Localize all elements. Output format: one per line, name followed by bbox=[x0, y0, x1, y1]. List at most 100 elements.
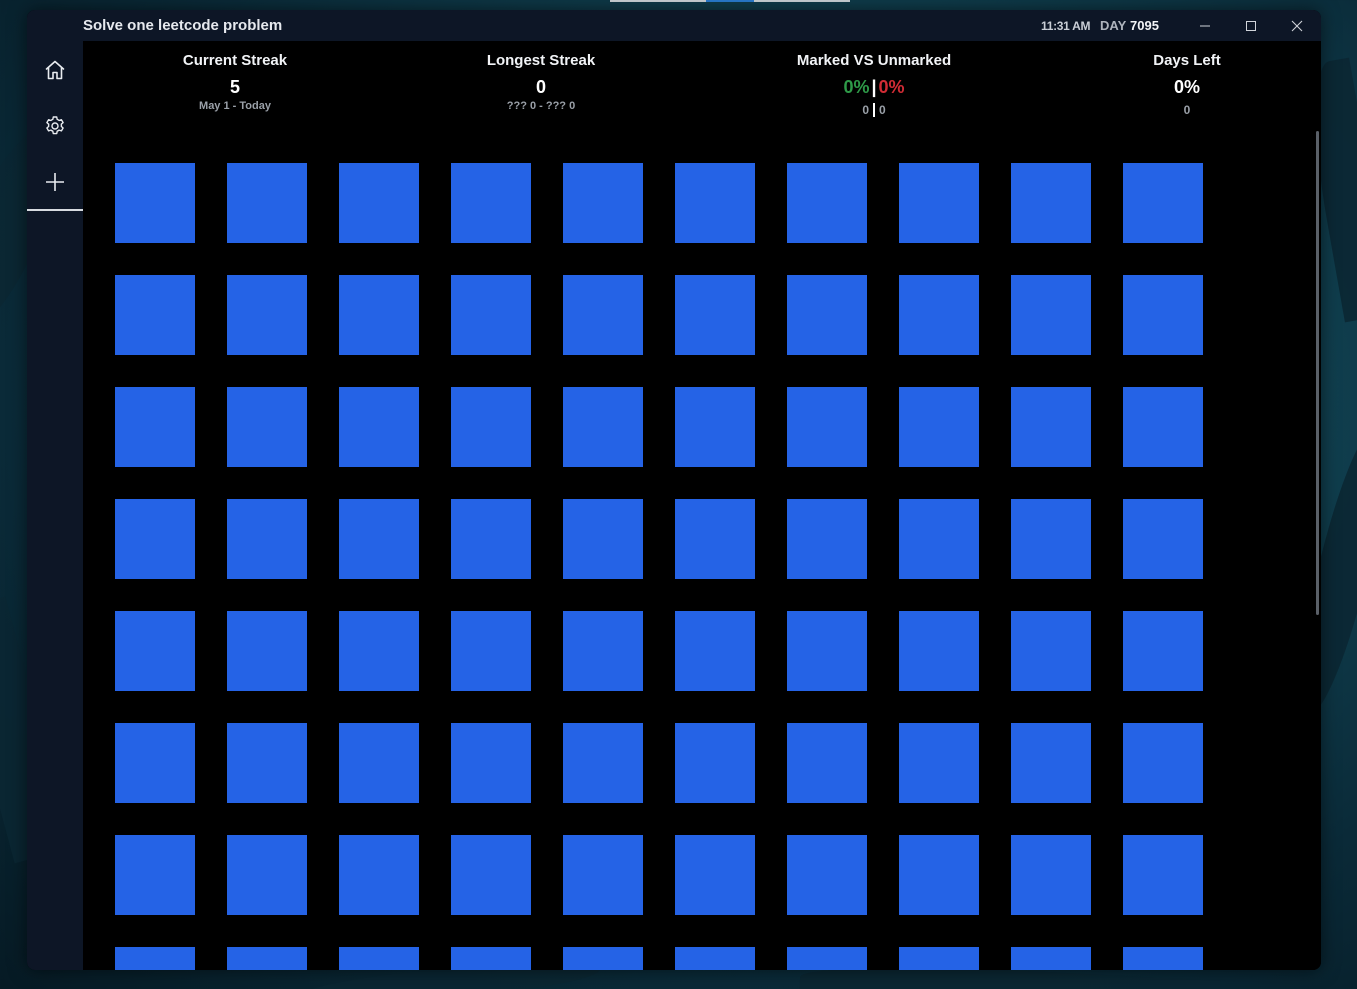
day-cell[interactable] bbox=[339, 947, 419, 970]
day-cell[interactable] bbox=[1123, 499, 1203, 579]
day-cell[interactable] bbox=[227, 611, 307, 691]
day-cell[interactable] bbox=[899, 723, 979, 803]
day-cell[interactable] bbox=[1123, 275, 1203, 355]
day-cell[interactable] bbox=[787, 163, 867, 243]
minimize-button[interactable] bbox=[1182, 10, 1228, 41]
day-cell[interactable] bbox=[1123, 611, 1203, 691]
day-cell[interactable] bbox=[451, 723, 531, 803]
day-cell[interactable] bbox=[675, 163, 755, 243]
plus-icon bbox=[46, 173, 64, 191]
day-cell[interactable] bbox=[451, 499, 531, 579]
day-cell[interactable] bbox=[563, 499, 643, 579]
title-bar[interactable]: Solve one leetcode problem 11:31 AM DAY … bbox=[27, 10, 1321, 41]
day-cell[interactable] bbox=[563, 275, 643, 355]
day-cell[interactable] bbox=[787, 275, 867, 355]
day-cell[interactable] bbox=[1123, 163, 1203, 243]
sidebar-item-settings[interactable] bbox=[27, 101, 83, 149]
day-cell[interactable] bbox=[339, 163, 419, 243]
day-cell[interactable] bbox=[563, 835, 643, 915]
day-cell[interactable] bbox=[227, 499, 307, 579]
stat-value: 0% bbox=[1173, 77, 1200, 97]
day-cell[interactable] bbox=[1011, 499, 1091, 579]
day-cell[interactable] bbox=[787, 611, 867, 691]
stat-value: 5 bbox=[229, 77, 240, 97]
day-cell[interactable] bbox=[451, 275, 531, 355]
day-cell[interactable] bbox=[115, 275, 195, 355]
stat-date-range: ??? 0 - ??? 0 bbox=[506, 100, 576, 112]
day-cell[interactable] bbox=[1011, 163, 1091, 243]
day-cell[interactable] bbox=[339, 499, 419, 579]
day-cell[interactable] bbox=[115, 163, 195, 243]
day-cell[interactable] bbox=[787, 723, 867, 803]
day-cell[interactable] bbox=[1011, 275, 1091, 355]
day-cell[interactable] bbox=[675, 611, 755, 691]
day-cell[interactable] bbox=[563, 163, 643, 243]
day-cell[interactable] bbox=[115, 723, 195, 803]
longest-streak-stat: Longest Streak 0 ??? 0 - ??? 0 bbox=[431, 52, 651, 112]
day-cell[interactable] bbox=[1123, 947, 1203, 970]
sidebar-item-add[interactable] bbox=[27, 157, 83, 205]
day-cell[interactable] bbox=[339, 275, 419, 355]
day-cell[interactable] bbox=[451, 387, 531, 467]
close-button[interactable] bbox=[1274, 10, 1320, 41]
day-cell[interactable] bbox=[227, 387, 307, 467]
day-cell[interactable] bbox=[451, 947, 531, 970]
day-cell[interactable] bbox=[339, 611, 419, 691]
day-cell[interactable] bbox=[675, 723, 755, 803]
day-cell[interactable] bbox=[451, 611, 531, 691]
day-cell[interactable] bbox=[787, 835, 867, 915]
main-content: Current Streak 5 May 1 - Today Longest S… bbox=[83, 41, 1321, 970]
day-cell[interactable] bbox=[115, 387, 195, 467]
day-cell[interactable] bbox=[227, 723, 307, 803]
day-cell[interactable] bbox=[339, 387, 419, 467]
day-cell[interactable] bbox=[563, 611, 643, 691]
stat-count: 0 bbox=[1183, 103, 1191, 117]
vertical-scrollbar[interactable] bbox=[1316, 131, 1319, 615]
app-window: Solve one leetcode problem 11:31 AM DAY … bbox=[27, 10, 1321, 970]
stat-title: Marked VS Unmarked bbox=[796, 52, 952, 69]
day-cell[interactable] bbox=[899, 387, 979, 467]
day-cell[interactable] bbox=[115, 947, 195, 970]
day-cell[interactable] bbox=[787, 947, 867, 970]
count-separator bbox=[873, 103, 875, 117]
day-cell[interactable] bbox=[115, 611, 195, 691]
day-cell[interactable] bbox=[563, 387, 643, 467]
sidebar-item-home[interactable] bbox=[27, 45, 83, 93]
day-cell[interactable] bbox=[115, 835, 195, 915]
day-cell[interactable] bbox=[227, 835, 307, 915]
day-cell[interactable] bbox=[675, 947, 755, 970]
day-cell[interactable] bbox=[563, 723, 643, 803]
day-cell[interactable] bbox=[339, 723, 419, 803]
day-cell[interactable] bbox=[1011, 611, 1091, 691]
day-cell[interactable] bbox=[1011, 723, 1091, 803]
maximize-button[interactable] bbox=[1228, 10, 1274, 41]
day-cell[interactable] bbox=[899, 275, 979, 355]
day-cell[interactable] bbox=[563, 947, 643, 970]
day-cell[interactable] bbox=[675, 387, 755, 467]
day-cell[interactable] bbox=[787, 387, 867, 467]
day-cell[interactable] bbox=[675, 499, 755, 579]
day-cell[interactable] bbox=[787, 499, 867, 579]
day-cell[interactable] bbox=[899, 499, 979, 579]
day-cell[interactable] bbox=[675, 275, 755, 355]
unmarked-percent: 0% bbox=[878, 77, 905, 97]
day-cell[interactable] bbox=[451, 835, 531, 915]
day-cell[interactable] bbox=[899, 835, 979, 915]
day-cell[interactable] bbox=[339, 835, 419, 915]
day-cell[interactable] bbox=[1011, 947, 1091, 970]
day-cell[interactable] bbox=[1123, 723, 1203, 803]
day-cell[interactable] bbox=[1011, 835, 1091, 915]
day-cell[interactable] bbox=[1123, 835, 1203, 915]
day-cell[interactable] bbox=[899, 163, 979, 243]
day-cell[interactable] bbox=[675, 835, 755, 915]
day-cell[interactable] bbox=[227, 275, 307, 355]
day-cell[interactable] bbox=[899, 611, 979, 691]
day-cell[interactable] bbox=[115, 499, 195, 579]
day-cell[interactable] bbox=[451, 163, 531, 243]
day-cell[interactable] bbox=[227, 947, 307, 970]
day-cell[interactable] bbox=[899, 947, 979, 970]
day-cell[interactable] bbox=[1123, 387, 1203, 467]
day-cell[interactable] bbox=[227, 163, 307, 243]
home-icon bbox=[45, 60, 65, 80]
day-cell[interactable] bbox=[1011, 387, 1091, 467]
